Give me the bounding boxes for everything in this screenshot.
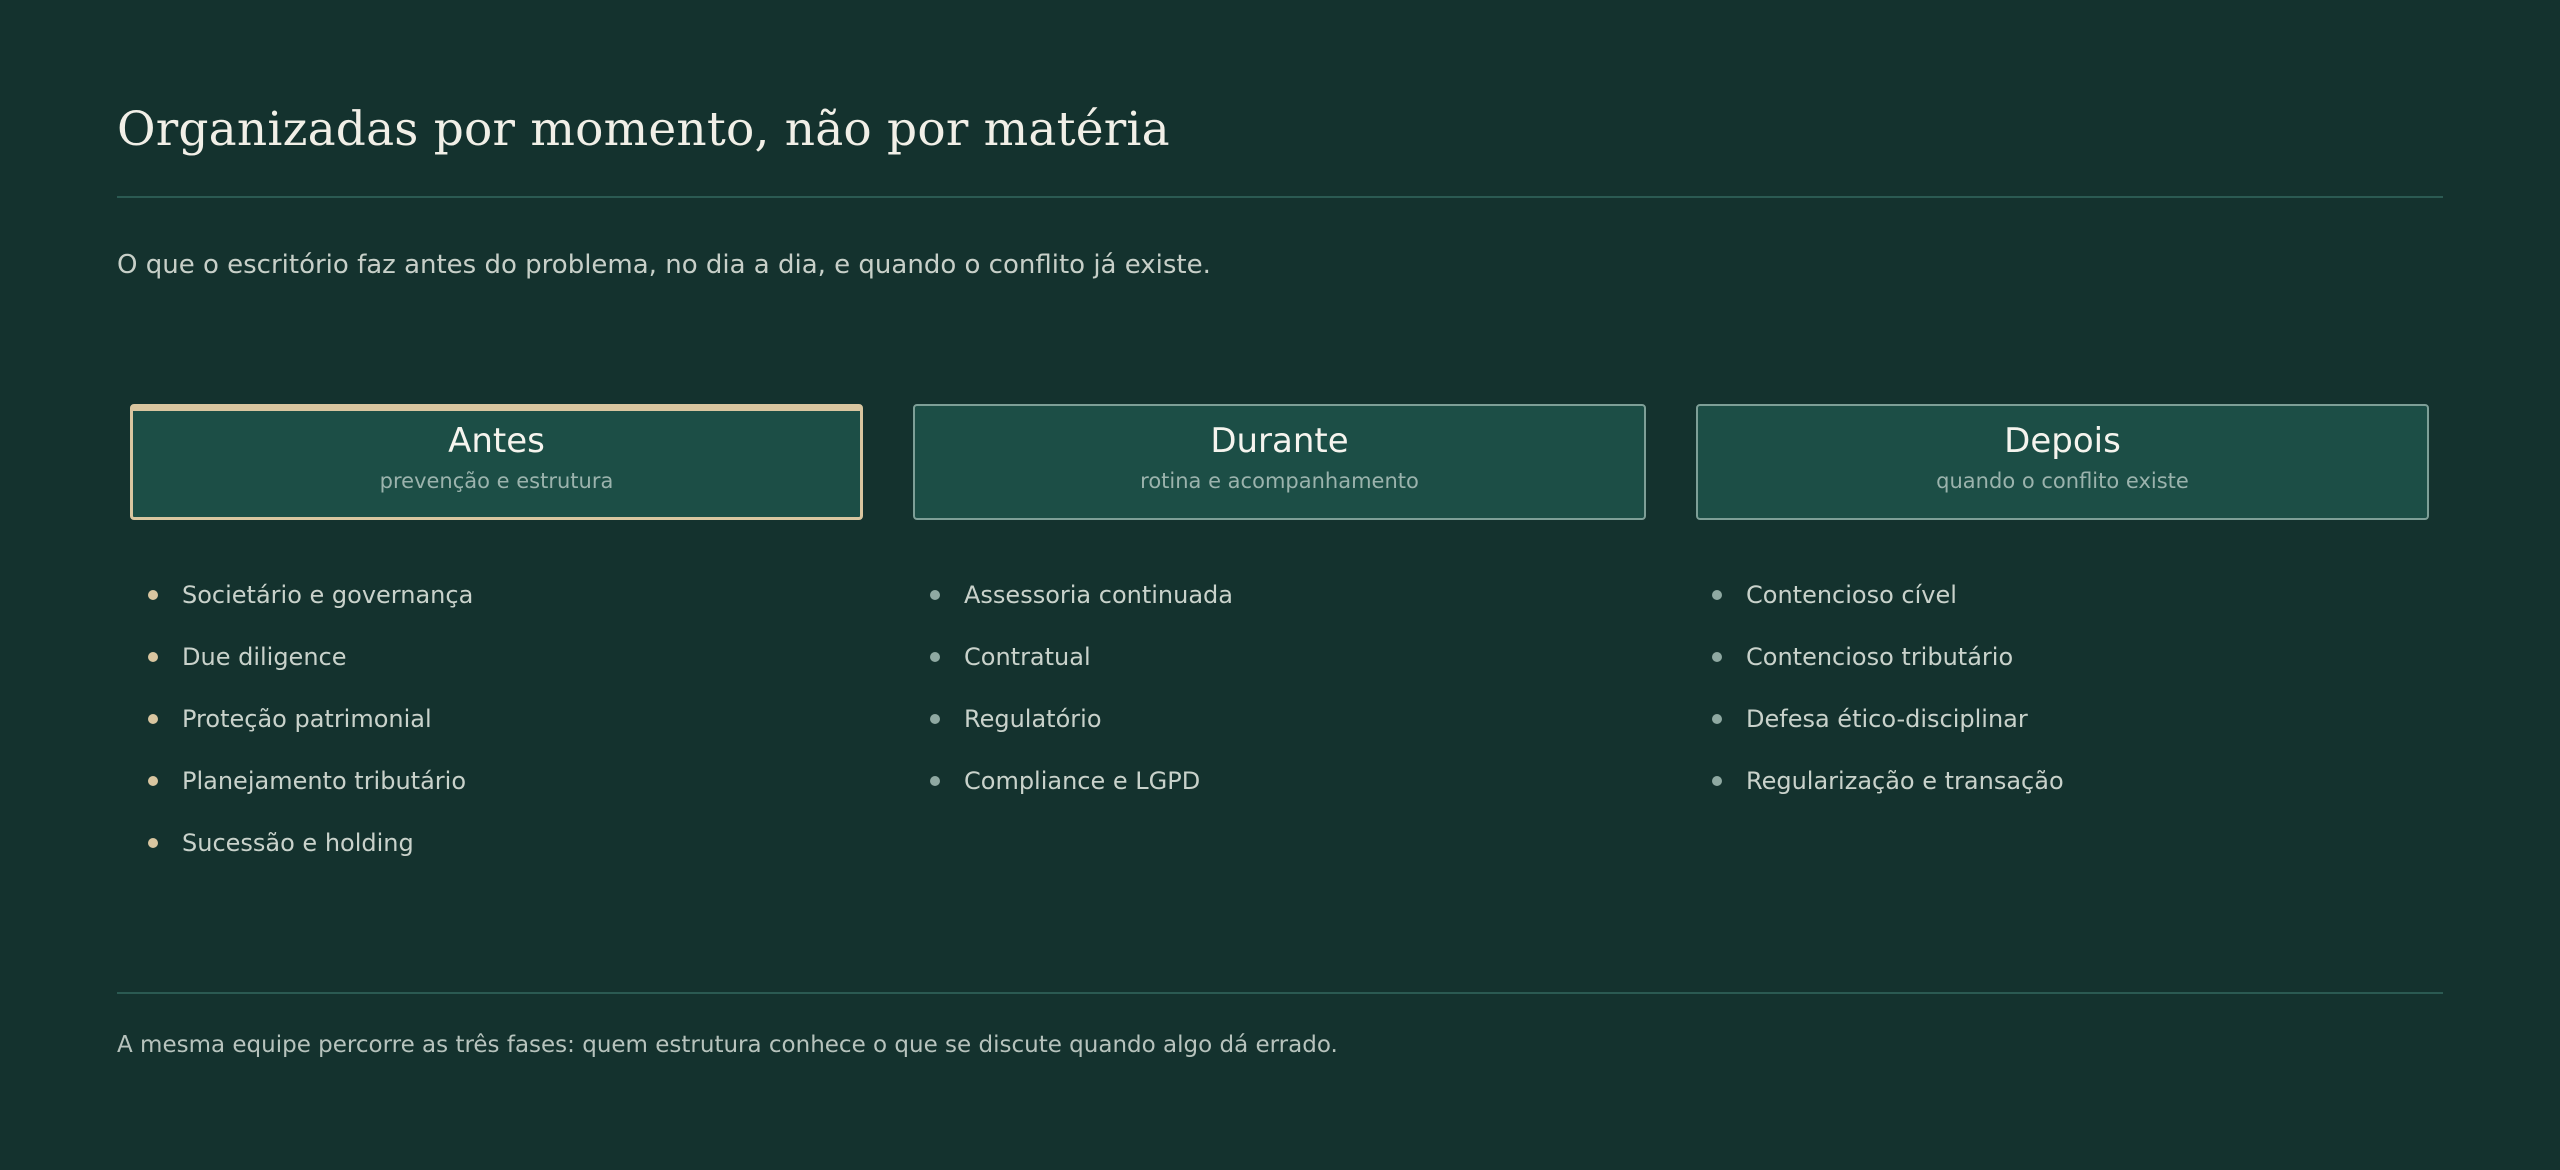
depois-service-list: Contencioso cível Contencioso tributário…	[1711, 572, 2064, 820]
list-item-label: Planejamento tributário	[182, 767, 467, 795]
list-item-label: Due diligence	[182, 643, 347, 671]
tab-depois[interactable]: Depois quando o conflito existe	[1696, 404, 2429, 520]
list-item-label: Regulatório	[964, 705, 1102, 733]
bullet-icon	[930, 776, 940, 786]
list-item: Regulatório	[929, 696, 1233, 758]
bullet-icon	[148, 652, 158, 662]
list-item: Proteção patrimonial	[147, 696, 473, 758]
list-item-label: Sucessão e holding	[182, 829, 414, 857]
tab-subtitle: quando o conflito existe	[1936, 469, 2189, 493]
list-item: Contratual	[929, 634, 1233, 696]
bullet-icon	[148, 838, 158, 848]
list-item: Planejamento tributário	[147, 758, 473, 820]
footer-divider	[117, 992, 2443, 994]
bullet-icon	[930, 714, 940, 724]
durante-service-list: Assessoria continuada Contratual Regulat…	[929, 572, 1233, 820]
lead-text: O que o escritório faz antes do problema…	[117, 250, 1211, 280]
bullet-icon	[1712, 652, 1722, 662]
list-item: Contencioso tributário	[1711, 634, 2064, 696]
tab-title: Antes	[448, 421, 545, 461]
list-item-label: Regularização e transação	[1746, 767, 2064, 795]
bullet-icon	[930, 590, 940, 600]
list-item-label: Contratual	[964, 643, 1091, 671]
list-item-label: Assessoria continuada	[964, 581, 1233, 609]
bullet-icon	[148, 590, 158, 600]
page-title: Organizadas por momento, não por matéria	[117, 102, 1170, 157]
list-item: Defesa ético-disciplinar	[1711, 696, 2064, 758]
tab-title: Durante	[1210, 421, 1349, 461]
tab-subtitle: rotina e acompanhamento	[1140, 469, 1419, 493]
bullet-icon	[1712, 776, 1722, 786]
list-item: Sucessão e holding	[147, 820, 473, 882]
tab-durante[interactable]: Durante rotina e acompanhamento	[913, 404, 1646, 520]
list-item-label: Proteção patrimonial	[182, 705, 432, 733]
list-item-label: Contencioso cível	[1746, 581, 1957, 609]
bullet-icon	[148, 714, 158, 724]
bullet-icon	[1712, 590, 1722, 600]
list-item: Compliance e LGPD	[929, 758, 1233, 820]
tab-antes[interactable]: Antes prevenção e estrutura	[130, 404, 863, 520]
list-item: Regularização e transação	[1711, 758, 2064, 820]
list-item-label: Societário e governança	[182, 581, 474, 609]
title-divider	[117, 196, 2443, 198]
list-item-label: Contencioso tributário	[1746, 643, 2014, 671]
list-item-label: Defesa ético-disciplinar	[1746, 705, 2028, 733]
list-item: Assessoria continuada	[929, 572, 1233, 634]
list-item-label: Compliance e LGPD	[964, 767, 1201, 795]
antes-service-list: Societário e governança Due diligence Pr…	[147, 572, 473, 882]
bullet-icon	[930, 652, 940, 662]
list-item: Societário e governança	[147, 572, 473, 634]
tab-title: Depois	[2004, 421, 2121, 461]
footer-note: A mesma equipe percorre as três fases: q…	[117, 1032, 1338, 1058]
tab-subtitle: prevenção e estrutura	[379, 469, 614, 493]
bullet-icon	[1712, 714, 1722, 724]
bullet-icon	[148, 776, 158, 786]
list-item: Due diligence	[147, 634, 473, 696]
list-item: Contencioso cível	[1711, 572, 2064, 634]
